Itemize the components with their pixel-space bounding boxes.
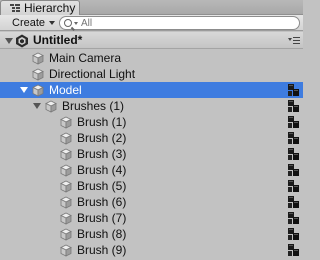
tab-hierarchy[interactable]: Hierarchy [0, 0, 80, 15]
tree-item-label: Brush (3) [77, 147, 127, 161]
prefab-component-icon[interactable] [287, 195, 300, 209]
prefab-component-icon[interactable] [287, 131, 300, 145]
prefab-component-icon[interactable] [287, 163, 300, 177]
create-button-label: Create [12, 17, 46, 29]
scene-options-menu-icon[interactable] [288, 37, 300, 46]
tree-item-brush[interactable]: Brush (6) [0, 194, 303, 210]
dropdown-arrow-icon [49, 21, 56, 25]
fold-arrow-icon[interactable] [5, 38, 13, 44]
tree-item-label: Main Camera [49, 51, 122, 65]
search-filter-dropdown-icon[interactable] [74, 21, 78, 25]
tree-item-brush[interactable]: Brush (1) [0, 114, 303, 130]
gameobject-cube-icon [60, 148, 72, 161]
prefab-component-icon[interactable] [287, 147, 300, 161]
tree-item-label: Brush (1) [77, 115, 127, 129]
prefab-component-icon[interactable] [287, 179, 300, 193]
search-field[interactable] [59, 16, 300, 30]
tree-item-label: Brush (7) [77, 211, 127, 225]
gameobject-cube-icon [60, 244, 72, 257]
tree-item-brush[interactable]: Brush (8) [0, 226, 303, 242]
tree-item-main-camera[interactable]: Main Camera [0, 50, 303, 66]
search-icon [64, 19, 72, 27]
tree-item-label: Model [49, 83, 82, 97]
tab-hierarchy-label: Hierarchy [24, 1, 76, 15]
tree-item-label: Directional Light [49, 67, 136, 81]
gameobject-cube-icon [60, 228, 72, 241]
gameobject-cube-icon [60, 132, 72, 145]
scene-header[interactable]: Untitled* [0, 32, 303, 49]
tree-item-label: Brush (5) [77, 179, 127, 193]
gameobject-cube-icon [60, 196, 72, 209]
search-input[interactable] [81, 17, 281, 29]
gameobject-cube-icon [32, 52, 44, 65]
fold-arrow-icon[interactable] [20, 87, 28, 93]
tree-item-brush[interactable]: Brush (2) [0, 130, 303, 146]
tree-item-label: Brush (9) [77, 243, 127, 257]
tree-item-brush[interactable]: Brush (4) [0, 162, 303, 178]
tree-item-label: Brush (2) [77, 131, 127, 145]
unity-logo-icon [16, 34, 28, 48]
prefab-component-icon[interactable] [287, 211, 300, 225]
gameobject-cube-icon [32, 68, 44, 81]
tree-item-brush[interactable]: Brush (9) [0, 242, 303, 258]
scene-title: Untitled* [33, 33, 83, 47]
hierarchy-list-icon [10, 3, 20, 13]
tree-item-model[interactable]: Model [0, 82, 303, 98]
tree-item-label: Brush (4) [77, 163, 127, 177]
gameobject-cube-icon [60, 180, 72, 193]
tree-item-label: Brush (8) [77, 227, 127, 241]
panel-tab-bar: Hierarchy [0, 0, 303, 15]
prefab-component-icon[interactable] [287, 83, 300, 97]
tree-item-brushes[interactable]: Brushes (1) [0, 98, 303, 114]
gameobject-cube-icon [45, 100, 57, 113]
gameobject-cube-icon [60, 164, 72, 177]
tree-item-directional-light[interactable]: Directional Light [0, 66, 303, 82]
prefab-component-icon[interactable] [287, 243, 300, 257]
prefab-component-icon[interactable] [287, 99, 300, 113]
fold-arrow-icon[interactable] [33, 103, 41, 109]
tree-item-label: Brush (6) [77, 195, 127, 209]
create-button[interactable]: Create [4, 16, 56, 30]
tree-item-brush[interactable]: Brush (3) [0, 146, 303, 162]
gameobject-cube-icon [32, 84, 44, 97]
tree-item-brush[interactable]: Brush (7) [0, 210, 303, 226]
tree-item-brush[interactable]: Brush (5) [0, 178, 303, 194]
gameobject-cube-icon [60, 116, 72, 129]
prefab-component-icon[interactable] [287, 227, 300, 241]
prefab-component-icon[interactable] [287, 115, 300, 129]
tree-item-label: Brushes (1) [62, 99, 125, 113]
gameobject-cube-icon [60, 212, 72, 225]
hierarchy-toolbar: Create [0, 15, 303, 31]
